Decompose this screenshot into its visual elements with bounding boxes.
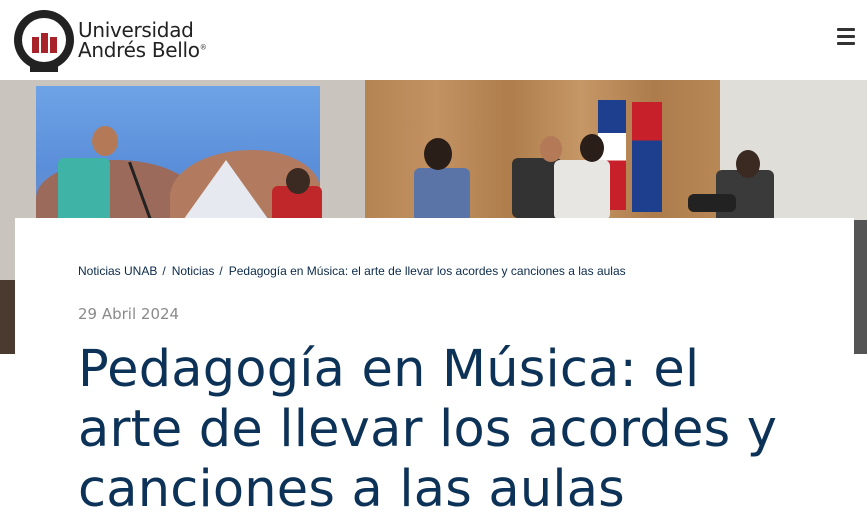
logo-wordmark: Universidad Andrés Bello® (78, 18, 207, 62)
article-date: 29 Abril 2024 (78, 305, 180, 323)
article-card: Noticias UNAB / Noticias / Pedagogía en Músi… (15, 218, 854, 514)
breadcrumb-noticias[interactable]: Noticias (172, 264, 215, 278)
breadcrumb-separator: / (162, 264, 166, 278)
breadcrumb-noticias-unab[interactable]: Noticias UNAB (78, 264, 157, 278)
site-header: Universidad Andrés Bello® (0, 0, 867, 80)
logo-line-2: Andrés Bello (78, 38, 200, 62)
breadcrumb-current: Pedagogía en Música: el arte de llevar l… (228, 264, 626, 278)
article-title: Pedagogía en Música: el arte de llevar l… (78, 340, 778, 514)
university-seal-icon (14, 10, 74, 72)
breadcrumb-separator: / (219, 264, 223, 278)
hamburger-menu-icon[interactable] (837, 28, 855, 46)
registered-mark: ® (199, 43, 207, 52)
logo-line-1: Universidad (78, 18, 194, 42)
breadcrumb: Noticias UNAB / Noticias / Pedagogía en Músi… (78, 264, 626, 278)
university-logo[interactable]: Universidad Andrés Bello® (14, 8, 214, 72)
